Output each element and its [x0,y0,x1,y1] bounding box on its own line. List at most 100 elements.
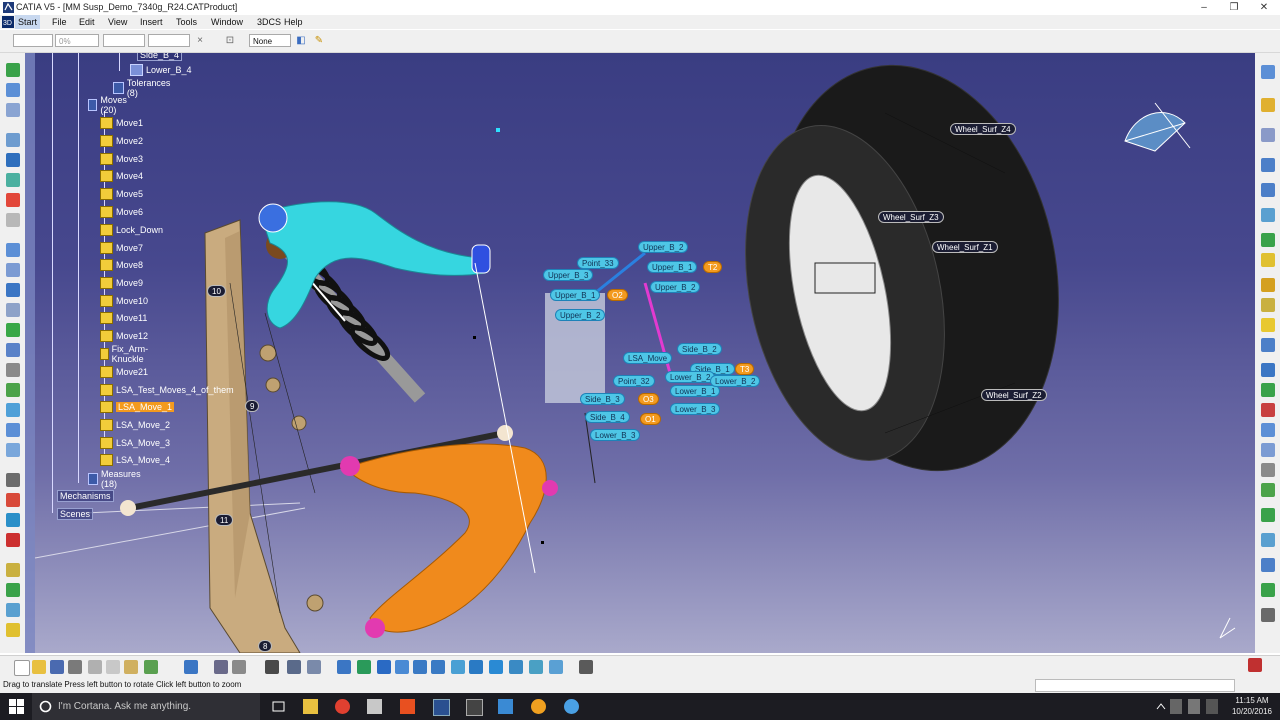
network-icon[interactable] [1170,699,1182,714]
point-symbol-icon[interactable]: × [193,34,207,48]
point-label[interactable]: Side_B_3 [580,393,625,405]
toolbar-icon[interactable] [6,383,20,397]
toolbar-icon[interactable] [6,323,20,337]
toolbar-icon[interactable] [1261,318,1275,332]
powerpoint-icon[interactable] [400,699,415,714]
cut-icon[interactable] [88,660,102,674]
cortana-search[interactable]: I'm Cortana. Ask me anything. [32,693,260,720]
tree-node-move[interactable]: Lock_Down [100,222,163,238]
menu-tools[interactable]: Tools [176,15,197,29]
tolerance-tag[interactable]: O2 [607,289,628,301]
menu-window[interactable]: Window [211,15,243,29]
menu-start[interactable]: Start [15,15,41,29]
tree-node-move[interactable]: Fix_Arm-Knuckle [100,344,153,364]
fit-all-icon[interactable] [357,660,371,674]
toolbar-icon[interactable] [1261,443,1275,457]
swap-icon[interactable] [529,660,543,674]
battery-icon[interactable] [1206,699,1218,714]
point-label[interactable]: Upper_B_2 [638,241,689,253]
dimension-tag[interactable]: 11 [215,514,234,526]
tolerance-tag[interactable]: O1 [640,413,661,425]
point-label[interactable]: Point_33 [577,257,619,269]
toolbar-icon[interactable] [6,283,20,297]
taskbar-clock[interactable]: 11:15 AM 10/20/2016 [1224,695,1280,717]
close-button[interactable]: ✕ [1249,0,1279,15]
toolbar-icon[interactable] [6,263,20,277]
point-label[interactable]: Lower_B_3 [670,403,721,415]
tree-node-move[interactable]: LSA_Test_Moves_4_of_them [100,382,234,398]
toolbar-icon[interactable] [6,583,20,597]
restore-button[interactable]: ❐ [1219,0,1249,15]
linetype-combo[interactable] [103,34,145,47]
tolerance-tag[interactable]: O3 [638,393,659,405]
tree-node-tolerances[interactable]: Tolerances (8) [113,78,173,98]
menu-help[interactable]: Help [284,15,303,29]
toolbar-icon[interactable] [1261,278,1275,292]
app-icon[interactable] [564,699,579,714]
toolbar-icon[interactable] [6,563,20,577]
lineweight-combo[interactable] [148,34,190,47]
app-icon[interactable] [531,699,546,714]
render-style-icon[interactable] [489,660,503,674]
point-label[interactable]: Lower_B_2 [665,371,716,383]
point-label[interactable]: Side_B_2 [677,343,722,355]
minimize-button[interactable]: – [1189,0,1219,15]
toolbar-icon[interactable] [1261,558,1275,572]
menu-edit[interactable]: Edit [79,15,95,29]
toolbar-icon[interactable] [1261,128,1275,142]
app-icon[interactable] [367,699,382,714]
tree-node-move[interactable]: Move2 [100,133,143,149]
tree-node-moves[interactable]: Moves (20) [88,95,131,115]
toolbar-icon[interactable] [1261,253,1275,267]
layer-filter-icon[interactable]: ◧ [294,34,308,48]
fly-icon[interactable] [337,660,351,674]
measure-icon[interactable] [549,660,563,674]
hide-show-icon[interactable] [509,660,523,674]
dimension-tag[interactable]: 8 [258,640,273,652]
toolbar-icon[interactable] [1261,158,1275,172]
point-label[interactable]: Point_32 [613,375,655,387]
painter-icon[interactable]: ✎ [312,34,326,48]
copy-icon[interactable] [106,660,120,674]
tree-node-move[interactable]: LSA_Move_4 [100,452,170,468]
toolbar-icon[interactable] [6,173,20,187]
toolbar-icon[interactable] [6,103,20,117]
toolbar-icon[interactable] [1261,483,1275,497]
dimension-tag[interactable]: 9 [245,400,260,412]
toolbar-icon[interactable] [6,403,20,417]
open-icon[interactable] [32,660,46,674]
toolbar-icon[interactable] [6,443,20,457]
toolbar-icon[interactable] [6,493,20,507]
tree-node-scenes[interactable]: Scenes [57,506,94,522]
tree-node-move[interactable]: Move7 [100,240,143,256]
layer-icon[interactable]: ⊡ [223,34,237,48]
toolbar-icon[interactable] [1261,363,1275,377]
paste-icon[interactable] [124,660,138,674]
wheel-surf-label[interactable]: Wheel_Surf_Z1 [932,241,998,253]
color-combo[interactable] [13,34,53,47]
point-label[interactable]: Lower_B_2 [710,375,761,387]
iso-view-icon[interactable] [469,660,483,674]
tree-node-move[interactable]: LSA_Move_2 [100,417,170,433]
layer-combo[interactable]: None [249,34,291,47]
toolbar-icon[interactable] [6,153,20,167]
3d-viewport[interactable]: Side_B_4 Lower_B_4 Tolerances (8) Moves … [25,53,1255,653]
toolbar-icon[interactable] [6,363,20,377]
toolbar-icon[interactable] [6,623,20,637]
menu-file[interactable]: File [52,15,67,29]
tree-node-move[interactable]: Move11 [100,310,147,326]
tree-node-mechanisms[interactable]: Mechanisms [57,488,114,504]
point-label[interactable]: Upper_B_1 [550,289,601,301]
help-icon[interactable] [184,660,198,674]
menu-3dcs[interactable]: 3DCS [257,15,281,29]
task-view-icon[interactable] [271,699,286,714]
toolbar-icon[interactable] [1261,508,1275,522]
tree-node-move[interactable]: Move3 [100,151,143,167]
zoom-out-icon[interactable] [431,660,445,674]
tree-node-move[interactable]: Move1 [100,115,143,131]
toolbar-icon[interactable] [1261,403,1275,417]
toolbar-icon[interactable] [1261,338,1275,352]
toolbar-icon[interactable] [6,303,20,317]
point-label[interactable]: Upper_B_2 [650,281,701,293]
toolbar-icon[interactable] [1261,423,1275,437]
